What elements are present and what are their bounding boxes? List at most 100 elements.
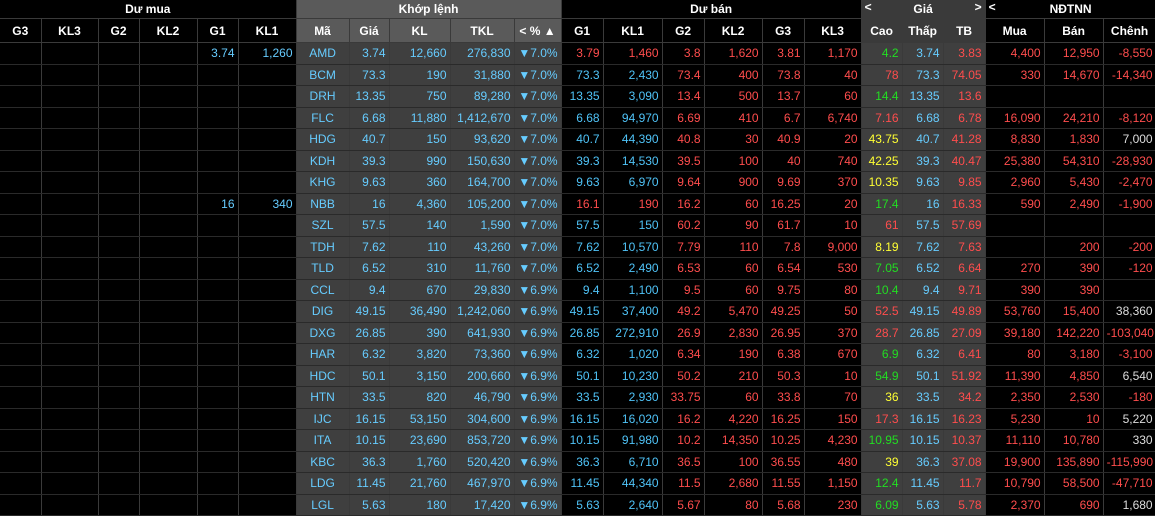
cell-sell-kl3: 1,170 <box>804 42 862 65</box>
cell-symbol[interactable]: DRH <box>296 85 350 108</box>
cell-sell-kl3: 9,000 <box>804 236 862 258</box>
group-gia[interactable]: < Giá > <box>861 0 986 19</box>
cell-symbol[interactable]: DIG <box>296 300 350 323</box>
sort-up-icon[interactable]: ▲ <box>544 24 556 38</box>
col-foreign-net[interactable]: Chênh <box>1103 18 1155 43</box>
cell-match-price: 11.45 <box>349 472 390 495</box>
cell-symbol[interactable]: FLC <box>296 107 350 129</box>
cell-foreign-sell: 54,310 <box>1044 150 1104 172</box>
cell-avg-price: 49.89 <box>943 300 986 323</box>
table-row[interactable]: KDH 39.3 990 150,630 ▼7.0% 39.3 14,530 39.5 100 4… <box>0 150 1155 172</box>
col-buy-g3[interactable]: G3 <box>0 18 42 43</box>
cell-symbol[interactable]: SZL <box>296 214 350 237</box>
cell-symbol[interactable]: KBC <box>296 451 350 473</box>
col-price[interactable]: Giá <box>349 18 390 43</box>
col-sell-g3[interactable]: G3 <box>762 18 805 43</box>
cell-symbol[interactable]: AMD <box>296 42 350 65</box>
cell-symbol[interactable]: HDC <box>296 365 350 387</box>
table-row[interactable]: TLD 6.52 310 11,760 ▼7.0% 6.52 2,490 6.53 60 6.54… <box>0 257 1155 280</box>
board-body: 3.74 1,260 AMD 3.74 12,660 276,830 ▼7.0% 3.79 1,… <box>0 42 1155 516</box>
table-row[interactable]: 3.74 1,260 AMD 3.74 12,660 276,830 ▼7.0% 3.79 1,… <box>0 42 1155 65</box>
cell-buy-kl2 <box>139 193 198 215</box>
table-row[interactable]: DXG 26.85 390 641,930 ▼6.9% 26.85 272,910 26.9 2… <box>0 322 1155 344</box>
table-row[interactable]: LDG 11.45 21,760 467,970 ▼6.9% 11.45 44,340 11.… <box>0 472 1155 495</box>
col-foreign-buy[interactable]: Mua <box>985 18 1045 43</box>
table-row[interactable]: ITA 10.15 23,690 853,720 ▼6.9% 10.15 91,980 10.… <box>0 429 1155 452</box>
cell-symbol[interactable]: HTN <box>296 386 350 409</box>
cell-symbol[interactable]: DXG <box>296 322 350 344</box>
table-row[interactable]: SZL 57.5 140 1,590 ▼7.0% 57.5 150 60.2 90 61.7 10 6… <box>0 214 1155 237</box>
cell-symbol[interactable]: BCM <box>296 64 350 86</box>
table-row[interactable]: KHG 9.63 360 164,700 ▼7.0% 9.63 6,970 9.64 900 9.… <box>0 171 1155 194</box>
chevron-left-icon[interactable]: < <box>519 24 526 38</box>
cell-symbol[interactable]: KDH <box>296 150 350 172</box>
table-row[interactable]: 16 340 NBB 16 4,360 105,200 ▼7.0% 16.1 190 16.2 60… <box>0 193 1155 215</box>
group-ndtnn[interactable]: < NĐTNN <box>985 0 1155 19</box>
cell-symbol[interactable]: IJC <box>296 408 350 430</box>
col-low[interactable]: Thấp <box>902 18 944 43</box>
col-high[interactable]: Cao <box>861 18 903 43</box>
cell-symbol[interactable]: HDG <box>296 128 350 151</box>
table-row[interactable]: HDG 40.7 150 93,620 ▼7.0% 40.7 44,390 40.8 30 40.… <box>0 128 1155 151</box>
cell-symbol[interactable]: NBB <box>296 193 350 215</box>
cell-avg-price: 6.64 <box>943 257 986 280</box>
cell-buy-kl3 <box>41 408 99 430</box>
cell-sell-g1: 11.45 <box>561 472 604 495</box>
chevron-right-icon[interactable]: > <box>975 0 982 14</box>
table-row[interactable]: KBC 36.3 1,760 520,420 ▼6.9% 36.3 6,710 36.5 100… <box>0 451 1155 473</box>
col-sell-g2[interactable]: G2 <box>662 18 705 43</box>
cell-symbol[interactable]: LGL <box>296 494 350 516</box>
cell-symbol[interactable]: HAR <box>296 343 350 366</box>
cell-foreign-sell: 5,430 <box>1044 171 1104 194</box>
table-row[interactable]: CCL 9.4 670 29,830 ▼6.9% 9.4 1,100 9.5 60 9.75 80 1… <box>0 279 1155 301</box>
col-average[interactable]: TB <box>943 18 986 43</box>
table-row[interactable]: LGL 5.63 180 17,420 ▼6.9% 5.63 2,640 5.67 80 5.68… <box>0 494 1155 516</box>
table-row[interactable]: FLC 6.68 11,880 1,412,670 ▼7.0% 6.68 94,970 6.6… <box>0 107 1155 129</box>
cell-foreign-sell: 1,830 <box>1044 128 1104 151</box>
table-row[interactable]: IJC 16.15 53,150 304,600 ▼6.9% 16.15 16,020 16.… <box>0 408 1155 430</box>
cell-symbol[interactable]: TDH <box>296 236 350 258</box>
cell-foreign-sell: 15,400 <box>1044 300 1104 323</box>
chevron-left-icon[interactable]: < <box>989 0 996 14</box>
table-row[interactable]: HTN 33.5 820 46,790 ▼6.9% 33.5 2,930 33.75 60 33.… <box>0 386 1155 409</box>
cell-sell-g3: 61.7 <box>762 214 805 237</box>
col-foreign-sell[interactable]: Bán <box>1044 18 1104 43</box>
cell-sell-g1: 7.62 <box>561 236 604 258</box>
col-buy-g1[interactable]: G1 <box>197 18 239 43</box>
cell-foreign-net: 1,680 <box>1103 494 1155 516</box>
col-sell-kl1[interactable]: KL1 <box>603 18 663 43</box>
cell-match-volume: 1,760 <box>389 451 451 473</box>
cell-match-price: 73.3 <box>349 64 390 86</box>
group-gia-label: Giá <box>913 2 933 16</box>
cell-buy-g1 <box>197 386 239 409</box>
chevron-left-icon[interactable]: < <box>865 0 872 14</box>
cell-symbol[interactable]: KHG <box>296 171 350 194</box>
col-total-volume[interactable]: TKL <box>450 18 515 43</box>
cell-symbol[interactable]: LDG <box>296 472 350 495</box>
cell-sell-g1: 50.1 <box>561 365 604 387</box>
col-percent[interactable]: < % ▲ <box>514 18 562 43</box>
cell-match-volume: 110 <box>389 236 451 258</box>
cell-foreign-buy: 11,110 <box>985 429 1045 452</box>
table-row[interactable]: HDC 50.1 3,150 200,660 ▼6.9% 50.1 10,230 50.2 21… <box>0 365 1155 387</box>
cell-avg-price: 57.69 <box>943 214 986 237</box>
table-row[interactable]: BCM 73.3 190 31,880 ▼7.0% 73.3 2,430 73.4 400 73.… <box>0 64 1155 86</box>
cell-symbol[interactable]: ITA <box>296 429 350 452</box>
cell-symbol[interactable]: TLD <box>296 257 350 280</box>
table-row[interactable]: HAR 6.32 3,820 73,360 ▼6.9% 6.32 1,020 6.34 190 6… <box>0 343 1155 366</box>
cell-symbol[interactable]: CCL <box>296 279 350 301</box>
table-row[interactable]: DRH 13.35 750 89,280 ▼7.0% 13.35 3,090 13.4 500 1… <box>0 85 1155 108</box>
col-buy-g2[interactable]: G2 <box>98 18 140 43</box>
cell-buy-kl3 <box>41 322 99 344</box>
col-sell-kl3[interactable]: KL3 <box>804 18 862 43</box>
col-sell-kl2[interactable]: KL2 <box>704 18 763 43</box>
col-buy-kl3[interactable]: KL3 <box>41 18 99 43</box>
col-symbol[interactable]: Mã <box>296 18 350 43</box>
col-buy-kl1[interactable]: KL1 <box>238 18 297 43</box>
table-row[interactable]: TDH 7.62 110 43,260 ▼7.0% 7.62 10,570 7.79 110 7.… <box>0 236 1155 258</box>
col-sell-g1[interactable]: G1 <box>561 18 604 43</box>
table-row[interactable]: DIG 49.15 36,490 1,242,060 ▼6.9% 49.15 37,400 4… <box>0 300 1155 323</box>
col-volume[interactable]: KL <box>389 18 451 43</box>
col-buy-kl2[interactable]: KL2 <box>139 18 198 43</box>
cell-foreign-net: -115,990 <box>1103 451 1155 473</box>
